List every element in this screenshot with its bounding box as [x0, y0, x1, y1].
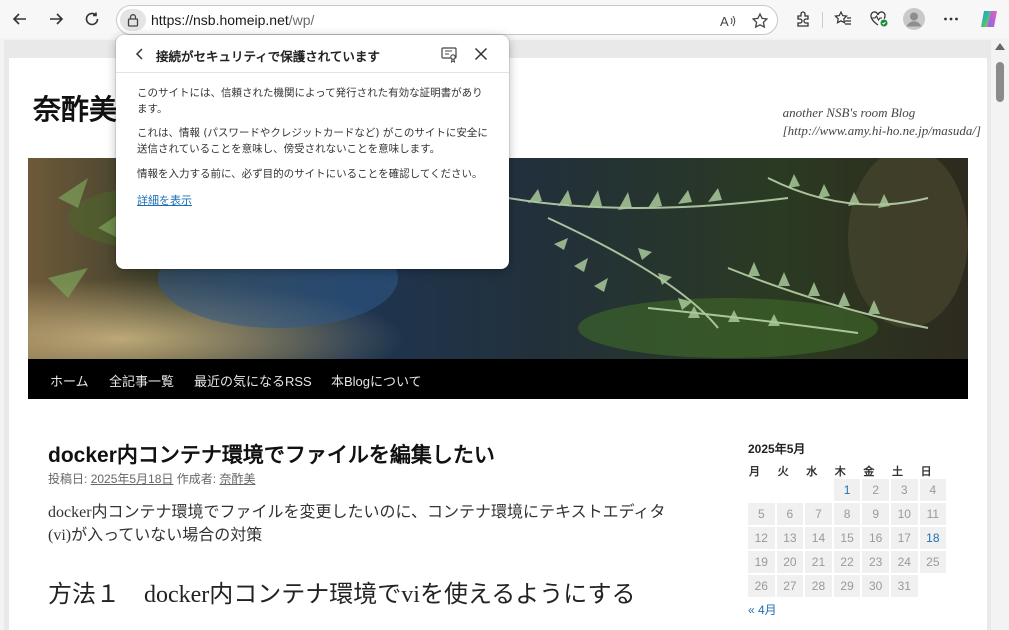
- read-aloud-icon[interactable]: A: [717, 10, 739, 32]
- post-author-label: 作成者:: [176, 472, 217, 486]
- calendar-day[interactable]: 18: [919, 527, 947, 549]
- favorites-icon[interactable]: [829, 5, 857, 33]
- calendar-title: 2025年5月: [748, 442, 806, 456]
- post-body-text: docker内コンテナ環境でファイルを変更したいのに、コンテナ環境にテキストエデ…: [48, 504, 666, 544]
- post-title[interactable]: docker内コンテナ環境でファイルを編集したい: [48, 439, 495, 469]
- calendar-day: 23: [862, 551, 889, 573]
- popup-paragraph-verify: 情報を入力する前に、必ず目的のサイトにいることを確認してください。: [137, 168, 483, 180]
- calendar-weekday: 火: [777, 466, 789, 478]
- url-text[interactable]: https://nsb.homeip.net/wp/: [151, 12, 314, 28]
- calendar-day: 29: [833, 575, 861, 597]
- nav-item-about[interactable]: 本Blogについて: [331, 371, 422, 390]
- favorite-star-icon[interactable]: [749, 10, 771, 32]
- calendar-grid: 1 2 3 4 5 6 7 8 9 10 11 12 13 14 15 16 17 18 19 20 21 22 23 24 2…: [748, 479, 948, 597]
- lock-icon[interactable]: [120, 9, 146, 31]
- calendar-day: 21: [805, 551, 832, 573]
- post-author-link[interactable]: 奈酢美: [219, 472, 255, 486]
- calendar-day: 13: [776, 527, 804, 549]
- calendar-day: 26: [748, 575, 775, 597]
- calendar-day: 12: [748, 527, 775, 549]
- calendar-day: 28: [805, 575, 832, 597]
- more-icon[interactable]: [937, 5, 965, 33]
- heart-pulse-icon[interactable]: [865, 5, 893, 33]
- calendar-weekday: 月: [749, 466, 760, 478]
- calendar-day: 24: [890, 551, 918, 573]
- calendar-weekday-header: 月火水木金土日: [748, 463, 948, 479]
- calendar-day: 20: [776, 551, 804, 573]
- copilot-icon[interactable]: [975, 5, 1003, 33]
- site-title[interactable]: 奈酢美: [33, 88, 117, 128]
- calendar-empty-cell: [920, 575, 947, 597]
- scroll-thumb[interactable]: [996, 62, 1004, 102]
- calendar-day: 19: [748, 551, 775, 573]
- svg-text:A: A: [720, 14, 729, 29]
- calendar-empty-cell: [777, 479, 804, 501]
- calendar-day: 6: [776, 503, 804, 525]
- calendar-day: 5: [748, 503, 775, 525]
- calendar-weekday: 木: [834, 466, 846, 478]
- post-date-link[interactable]: 2025年5月18日: [91, 472, 174, 486]
- calendar-widget: 2025年5月 月火水木金土日 1 2 3 4 5 6 7 8 9 10 11 12 13 14 15 16 1…: [748, 440, 948, 618]
- scroll-up-arrow-icon[interactable]: [995, 43, 1005, 50]
- main-nav: ホーム 全記事一覧 最近の気になるRSS 本Blogについて: [28, 359, 968, 399]
- post-date-label: 投稿日:: [48, 472, 88, 486]
- calendar-day: 30: [862, 575, 889, 597]
- calendar-weekday: 日: [920, 466, 932, 478]
- browser-toolbar: https://nsb.homeip.net/wp/ A: [0, 0, 1009, 38]
- calendar-day: 17: [890, 527, 918, 549]
- popup-details-link[interactable]: 詳細を表示: [137, 192, 192, 208]
- calendar-weekday: 水: [806, 466, 818, 478]
- toolbar-divider: [822, 12, 823, 28]
- forward-arrow-icon[interactable]: [42, 5, 70, 33]
- post-section-heading: 方法１ docker内コンテナ環境でviを使えるようにする: [48, 582, 636, 608]
- calendar-empty-cell: [748, 479, 775, 501]
- popup-header: 接続がセキュリティで保護されています: [116, 35, 509, 73]
- calendar-day: 16: [862, 527, 889, 549]
- calendar-day: 11: [919, 503, 947, 525]
- certificate-icon[interactable]: [440, 45, 458, 64]
- site-description-line2: [http://www.amy.hi-ho.ne.jp/masuda/]: [782, 123, 981, 138]
- calendar-day: 3: [890, 479, 918, 501]
- vertical-scrollbar[interactable]: [991, 40, 1009, 630]
- back-arrow-icon[interactable]: [6, 5, 34, 33]
- post-meta: 投稿日: 2025年5月18日 作成者: 奈酢美: [48, 470, 255, 487]
- calendar-weekday: 金: [863, 466, 875, 478]
- calendar-day: 31: [890, 575, 918, 597]
- site-description-line1: another NSB's room Blog: [782, 105, 916, 120]
- calendar-prev-month-link[interactable]: « 4月: [748, 601, 948, 618]
- calendar-empty-cell: [805, 479, 832, 501]
- extensions-icon[interactable]: [789, 5, 817, 33]
- calendar-day: 14: [805, 527, 832, 549]
- calendar-day[interactable]: 1: [833, 479, 861, 501]
- site-description: another NSB's room Blog [http://www.amy.…: [783, 104, 981, 140]
- calendar-weekday: 土: [891, 466, 903, 478]
- calendar-day: 4: [919, 479, 947, 501]
- nav-item-all-posts[interactable]: 全記事一覧: [109, 371, 174, 390]
- calendar-day: 2: [862, 479, 889, 501]
- nav-item-rss[interactable]: 最近の気になるRSS: [194, 371, 312, 390]
- calendar-day: 8: [833, 503, 861, 525]
- refresh-icon[interactable]: [78, 5, 106, 33]
- close-icon[interactable]: [472, 45, 490, 63]
- calendar-day: 22: [833, 551, 861, 573]
- nav-item-home[interactable]: ホーム: [50, 371, 89, 390]
- site-security-popup: 接続がセキュリティで保護されています このサイトには、信頼された機関によって発行…: [116, 35, 509, 269]
- calendar-day: 7: [805, 503, 832, 525]
- calendar-day: 9: [862, 503, 889, 525]
- calendar-day: 10: [890, 503, 918, 525]
- popup-paragraph-certificate: このサイトには、信頼された機関によって発行された有効な証明書があります。: [137, 87, 483, 115]
- popup-title: 接続がセキュリティで保護されています: [156, 49, 380, 64]
- calendar-day: 15: [833, 527, 861, 549]
- chevron-left-icon[interactable]: [132, 46, 148, 62]
- profile-icon[interactable]: [900, 5, 928, 33]
- popup-paragraph-secure: これは、情報 (パスワードやクレジットカードなど) がこのサイトに安全に送信され…: [137, 127, 488, 155]
- calendar-day: 27: [776, 575, 804, 597]
- address-bar[interactable]: https://nsb.homeip.net/wp/ A: [116, 5, 778, 35]
- calendar-day: 25: [919, 551, 947, 573]
